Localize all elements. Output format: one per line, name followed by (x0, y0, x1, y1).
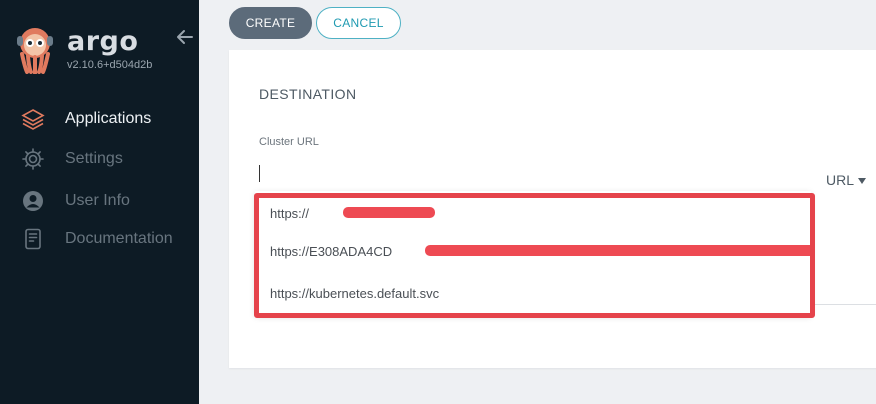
cluster-url-suggestions: https:// https://E308ADA4CD https://kube… (255, 191, 815, 315)
collapse-sidebar-arrow-icon[interactable] (175, 27, 195, 47)
suggestion-option[interactable]: https://kubernetes.default.svc (270, 286, 439, 301)
cluster-url-input[interactable] (259, 162, 809, 186)
field-underline (810, 304, 876, 305)
user-icon (20, 188, 46, 214)
suggestion-option[interactable]: https:// (270, 206, 309, 221)
sidebar-item-label: Applications (65, 110, 152, 127)
sidebar-item-user-info[interactable]: User Info (20, 188, 130, 214)
suggestion-option[interactable]: https://E308ADA4CD (270, 244, 392, 259)
redaction-mark (425, 245, 815, 256)
sidebar-item-documentation[interactable]: Documentation (20, 226, 173, 252)
section-title: DESTINATION (259, 86, 357, 102)
book-icon (20, 226, 46, 252)
cancel-button[interactable]: CANCEL (316, 7, 401, 39)
url-mode-dropdown[interactable]: URL (826, 172, 867, 188)
brand-name: argo (67, 26, 139, 57)
version-label: v2.10.6+d504d2b (67, 59, 153, 71)
destination-panel: DESTINATION Cluster URL URL https:// htt… (229, 50, 876, 368)
create-button[interactable]: CREATE (229, 7, 312, 39)
sidebar-item-label: User Info (65, 192, 130, 209)
sidebar-item-applications[interactable]: Applications (20, 106, 151, 132)
sidebar-item-settings[interactable]: Settings (20, 146, 123, 172)
layers-icon (20, 106, 46, 132)
sidebar: argo v2.10.6+d504d2b Applications Settin… (0, 0, 199, 404)
url-mode-label: URL (826, 172, 855, 188)
sidebar-item-label: Settings (65, 150, 123, 167)
cluster-url-label: Cluster URL (259, 136, 319, 148)
gear-icon (20, 146, 46, 172)
argo-logo-icon (14, 26, 56, 75)
redaction-mark (343, 207, 435, 218)
sidebar-item-label: Documentation (65, 230, 173, 247)
caret-down-icon (858, 177, 867, 184)
